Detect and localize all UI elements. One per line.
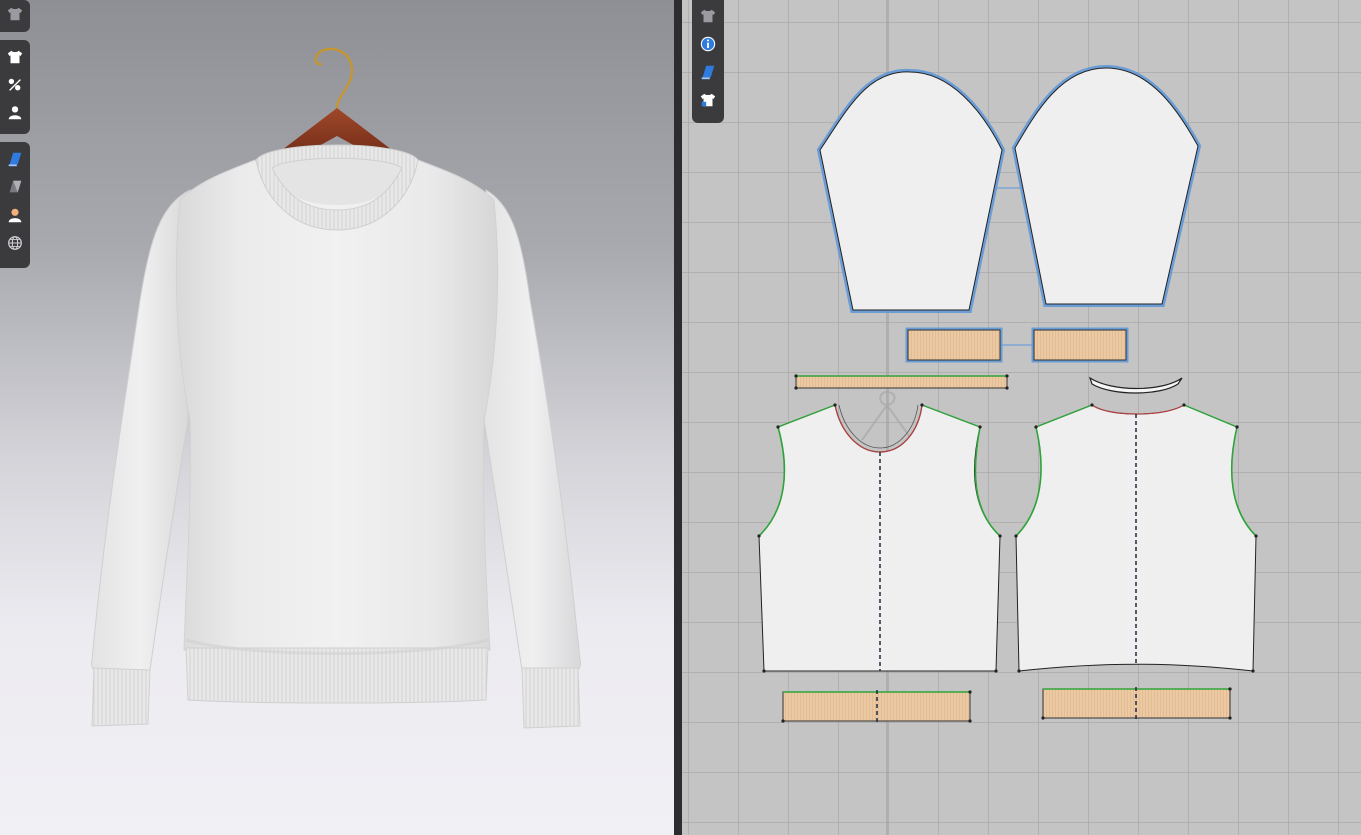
3d-viewport[interactable]: [0, 0, 674, 835]
hem-band: [185, 647, 489, 704]
texture-surface-icon[interactable]: [2, 145, 28, 173]
shirt-icon[interactable]: [2, 43, 28, 71]
left-cuff: [91, 667, 151, 727]
texture-surface-icon[interactable]: [695, 58, 721, 86]
render-mode-toolbar: [0, 142, 30, 268]
pattern-hem-band-back[interactable]: [1041, 687, 1232, 720]
garment-display-icon[interactable]: [2, 0, 28, 28]
app-window: [0, 0, 1361, 835]
globe-icon[interactable]: [2, 229, 28, 257]
shirt-lock-icon[interactable]: [695, 86, 721, 114]
avatar-icon[interactable]: [2, 99, 28, 127]
pattern-cuff-right[interactable]: [1031, 327, 1129, 363]
pattern-neckband[interactable]: [794, 374, 1009, 390]
body: [175, 159, 499, 651]
pattern-sleeve-right[interactable]: [1011, 64, 1202, 307]
left-sleeve: [91, 189, 191, 673]
pattern-neck-facing: [1088, 376, 1183, 394]
shaded-surface-icon[interactable]: [2, 173, 28, 201]
pattern-canvas[interactable]: [682, 0, 1361, 835]
pattern-hem-band-front[interactable]: [781, 690, 972, 723]
pattern-cuff-left[interactable]: [905, 327, 1003, 363]
display-toolbar: [0, 0, 30, 32]
skin-icon[interactable]: [2, 201, 28, 229]
pattern-sleeve-left[interactable]: [816, 68, 1006, 313]
pattern-front-body[interactable]: [757, 403, 1002, 673]
hanger-hook: [314, 47, 354, 113]
pattern-back-body[interactable]: [1014, 403, 1258, 673]
right-sleeve: [483, 189, 581, 673]
viewport-splitter[interactable]: [674, 0, 682, 835]
3d-garment-render: [91, 47, 581, 729]
needle-thread-icon[interactable]: [2, 71, 28, 99]
pattern-toolbar: [692, 0, 724, 123]
2d-pattern-viewport[interactable]: [682, 0, 1361, 835]
garment-display-icon[interactable]: [695, 2, 721, 30]
simulation-toolbar: [0, 40, 30, 134]
info-icon[interactable]: [695, 30, 721, 58]
right-cuff: [521, 667, 581, 729]
